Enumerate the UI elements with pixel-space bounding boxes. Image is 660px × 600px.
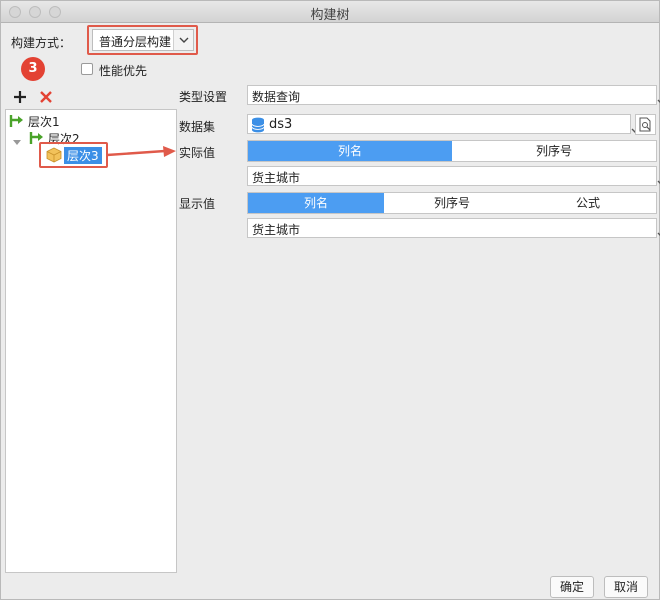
build-method-highlight [87,25,198,55]
window-title: 构建树 [310,8,350,23]
tab-display-column-index[interactable]: 列序号 [384,193,520,213]
dataset-value: ds3 [269,117,293,132]
tab-display-formula[interactable]: 公式 [520,193,656,213]
dataset-select[interactable]: ds3 [247,114,641,136]
ok-button[interactable]: 确定 [550,576,594,598]
tab-actual-column-name[interactable]: 列名 [248,141,452,161]
display-value-select[interactable]: 货主城市 [247,218,660,238]
actual-value-tabs: 列名 列序号 [247,140,657,162]
step-badge: 3 [21,57,45,81]
actual-value-label: 实际值 [179,146,216,160]
type-setting-label: 类型设置 [179,90,228,104]
pointer-arrow-icon [106,146,176,157]
display-value-value: 货主城市 [252,223,301,237]
cancel-button[interactable]: 取消 [604,576,648,598]
title-bar: 构建树 [1,1,659,23]
display-value-label: 显示值 [179,197,216,211]
build-tree-dialog: 构建树 构建方式： 普通分层构建 3 性能优先 层次1 层次2 层次3 类型设置… [0,0,660,600]
actual-value-select[interactable]: 货主城市 [247,166,660,186]
performance-label: 性能优先 [99,64,148,78]
type-setting-value: 数据查询 [252,90,301,104]
tree-panel: 层次1 层次2 层次3 [5,109,177,573]
build-method-label: 构建方式： [11,36,72,50]
type-setting-select[interactable]: 数据查询 [247,85,660,105]
expand-triangle-icon[interactable] [13,135,21,149]
actual-value-value: 货主城市 [252,171,301,185]
plus-icon[interactable] [12,89,28,105]
tree-item-label: 层次1 [28,115,60,129]
x-icon[interactable] [38,89,54,105]
preview-icon [639,117,653,136]
tab-actual-column-index[interactable]: 列序号 [452,141,656,161]
tab-display-column-name[interactable]: 列名 [248,193,384,213]
dataset-preview-button[interactable] [635,114,656,135]
display-value-tabs: 列名 列序号 公式 [247,192,657,214]
database-icon [251,117,265,136]
dataset-label: 数据集 [179,120,216,134]
tree-item-highlight [39,142,108,168]
tree-item-level1[interactable]: 层次1 [8,112,108,130]
performance-checkbox[interactable] [81,63,93,75]
